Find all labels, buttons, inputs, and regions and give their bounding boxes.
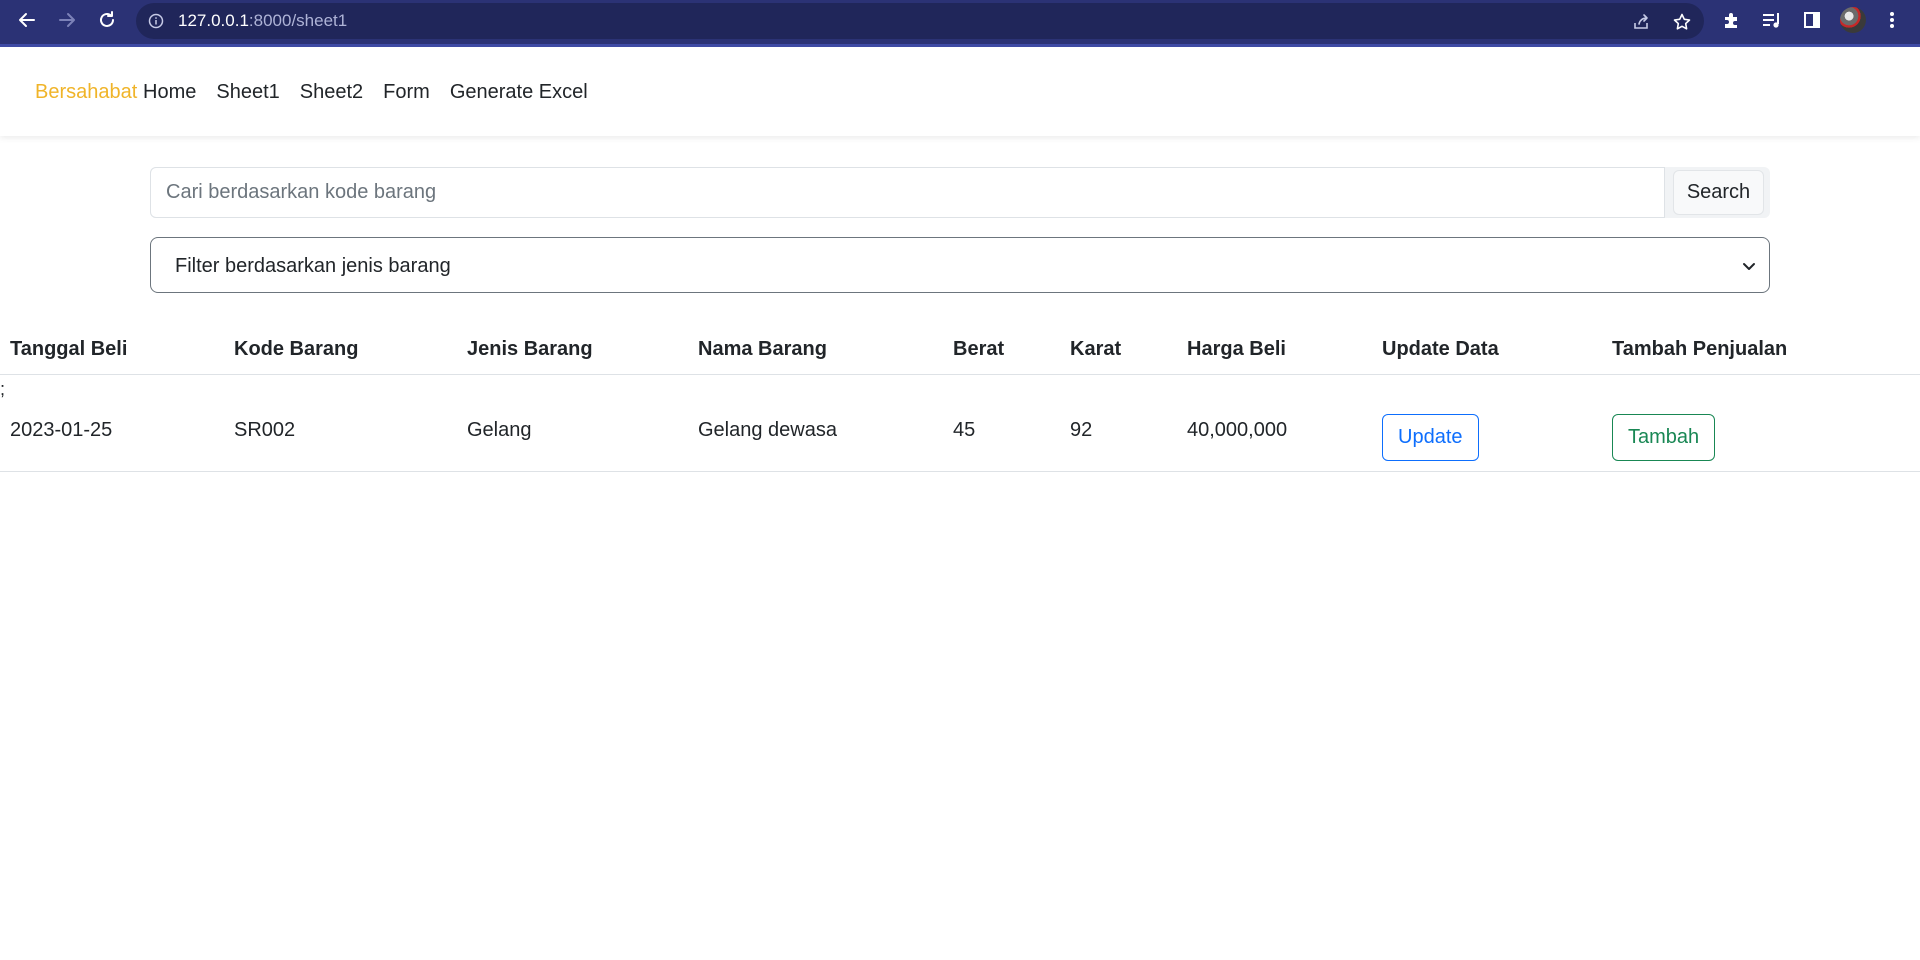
url-host: 127.0.0.1 xyxy=(178,11,249,30)
filter-select[interactable]: Filter berdasarkan jenis barang xyxy=(150,237,1770,293)
search-group: Search xyxy=(150,167,1770,218)
profile-avatar[interactable] xyxy=(1840,7,1866,33)
tambah-button[interactable]: Tambah xyxy=(1612,414,1716,461)
row-divider xyxy=(0,471,1920,472)
menu-icon[interactable] xyxy=(1880,8,1904,32)
nav-link-generate-excel[interactable]: Generate Excel xyxy=(450,81,588,104)
forward-icon[interactable] xyxy=(53,6,81,34)
puzzle-icon[interactable] xyxy=(1720,8,1744,32)
star-icon[interactable] xyxy=(1671,11,1693,33)
search-input[interactable] xyxy=(150,167,1665,218)
brand-link[interactable]: Bersahabat xyxy=(35,81,137,104)
address-bar[interactable]: 127.0.0.1:8000/sheet1 xyxy=(136,3,1704,39)
back-icon[interactable] xyxy=(13,6,41,34)
filter-select-value: Filter berdasarkan jenis barang xyxy=(175,255,451,277)
nav-link-sheet1[interactable]: Sheet1 xyxy=(216,81,279,104)
cell-tanggal-beli: 2023-01-25 xyxy=(10,419,113,441)
cell-berat: 45 xyxy=(953,419,976,441)
table-row: ; 2023-01-25 SR002 Gelang Gelang dewasa … xyxy=(0,325,1920,472)
cell-jenis-barang: Gelang xyxy=(467,419,532,441)
update-button[interactable]: Update xyxy=(1382,414,1479,461)
chevron-down-icon xyxy=(1741,258,1757,274)
app-navbar: Bersahabat Home Sheet1 Sheet2 Form Gener… xyxy=(0,47,1920,136)
media-icon[interactable] xyxy=(1760,8,1784,32)
sidepanel-icon[interactable] xyxy=(1800,8,1824,32)
search-button[interactable]: Search xyxy=(1673,170,1764,215)
cell-nama-barang: Gelang dewasa xyxy=(698,419,837,441)
share-icon[interactable] xyxy=(1630,11,1652,33)
url-path: :8000/sheet1 xyxy=(248,11,348,30)
cell-harga-beli: 40,000,000 xyxy=(1187,419,1288,441)
cell-karat: 92 xyxy=(1070,419,1093,441)
browser-toolbar: 127.0.0.1:8000/sheet1 xyxy=(0,0,1920,47)
cell-kode-barang: SR002 xyxy=(234,419,296,441)
nav-link-sheet2[interactable]: Sheet2 xyxy=(300,81,363,104)
data-table: Tanggal Beli Kode Barang Jenis Barang Na… xyxy=(0,325,1920,472)
nav-link-form[interactable]: Form xyxy=(383,81,430,104)
stray-text: ; xyxy=(0,379,6,399)
nav-links: Home Sheet1 Sheet2 Form Generate Excel xyxy=(143,81,588,104)
info-icon[interactable] xyxy=(148,13,164,29)
reload-icon[interactable] xyxy=(93,6,121,34)
url-text: 127.0.0.1:8000/sheet1 xyxy=(178,12,347,30)
nav-link-home[interactable]: Home xyxy=(143,81,196,104)
